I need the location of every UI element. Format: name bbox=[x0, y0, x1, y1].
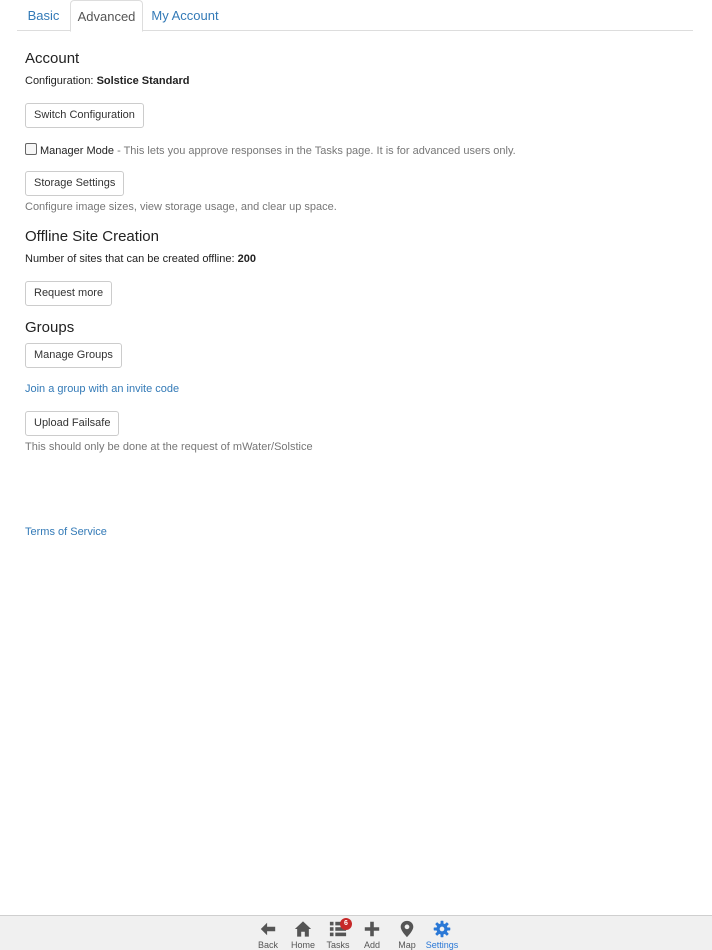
offline-heading: Offline Site Creation bbox=[25, 228, 159, 245]
plus-icon bbox=[364, 921, 380, 937]
groups-heading: Groups bbox=[25, 319, 75, 336]
gear-icon bbox=[433, 920, 451, 938]
nav-settings-label: Settings bbox=[425, 940, 459, 950]
manager-mode-description: - This lets you approve responses in the… bbox=[117, 145, 516, 157]
map-marker-icon bbox=[400, 920, 414, 938]
bottom-nav-bar: Back Home 6 Tasks Add Map Settings bbox=[0, 915, 712, 950]
account-heading: Account bbox=[25, 50, 80, 67]
manager-mode-label[interactable]: Manager Mode bbox=[40, 145, 114, 157]
home-icon bbox=[294, 921, 312, 937]
tab-advanced[interactable]: Advanced bbox=[70, 0, 143, 32]
failsafe-description: This should only be done at the request … bbox=[25, 441, 313, 453]
manager-mode-checkbox[interactable] bbox=[25, 143, 37, 155]
storage-description: Configure image sizes, view storage usag… bbox=[25, 201, 337, 213]
tasks-count-badge: 6 bbox=[340, 918, 352, 930]
offline-sites-label: Number of sites that can be created offl… bbox=[25, 253, 235, 265]
settings-tabs: Basic Advanced My Account bbox=[17, 0, 693, 32]
tab-my-account[interactable]: My Account bbox=[143, 0, 227, 31]
join-group-link[interactable]: Join a group with an invite code bbox=[25, 383, 179, 395]
manage-groups-button[interactable]: Manage Groups bbox=[25, 343, 122, 368]
nav-settings[interactable]: Settings bbox=[424, 916, 460, 950]
storage-settings-button[interactable]: Storage Settings bbox=[25, 171, 125, 196]
request-more-button[interactable]: Request more bbox=[25, 281, 113, 306]
offline-sites-value: 200 bbox=[237, 253, 256, 265]
configuration-label: Configuration: bbox=[25, 75, 94, 87]
manager-mode-row: Manager Mode - This lets you approve res… bbox=[25, 143, 516, 157]
upload-failsafe-button[interactable]: Upload Failsafe bbox=[25, 411, 120, 436]
terms-of-service-link[interactable]: Terms of Service bbox=[25, 526, 107, 538]
back-arrow-icon bbox=[260, 922, 276, 936]
switch-configuration-button[interactable]: Switch Configuration bbox=[25, 103, 144, 128]
configuration-line: Configuration: Solstice Standard bbox=[25, 75, 189, 87]
tab-basic[interactable]: Basic bbox=[17, 0, 70, 31]
settings-page: Basic Advanced My Account Account Config… bbox=[0, 0, 712, 950]
configuration-value: Solstice Standard bbox=[96, 75, 190, 87]
offline-sites-line: Number of sites that can be created offl… bbox=[25, 253, 256, 265]
